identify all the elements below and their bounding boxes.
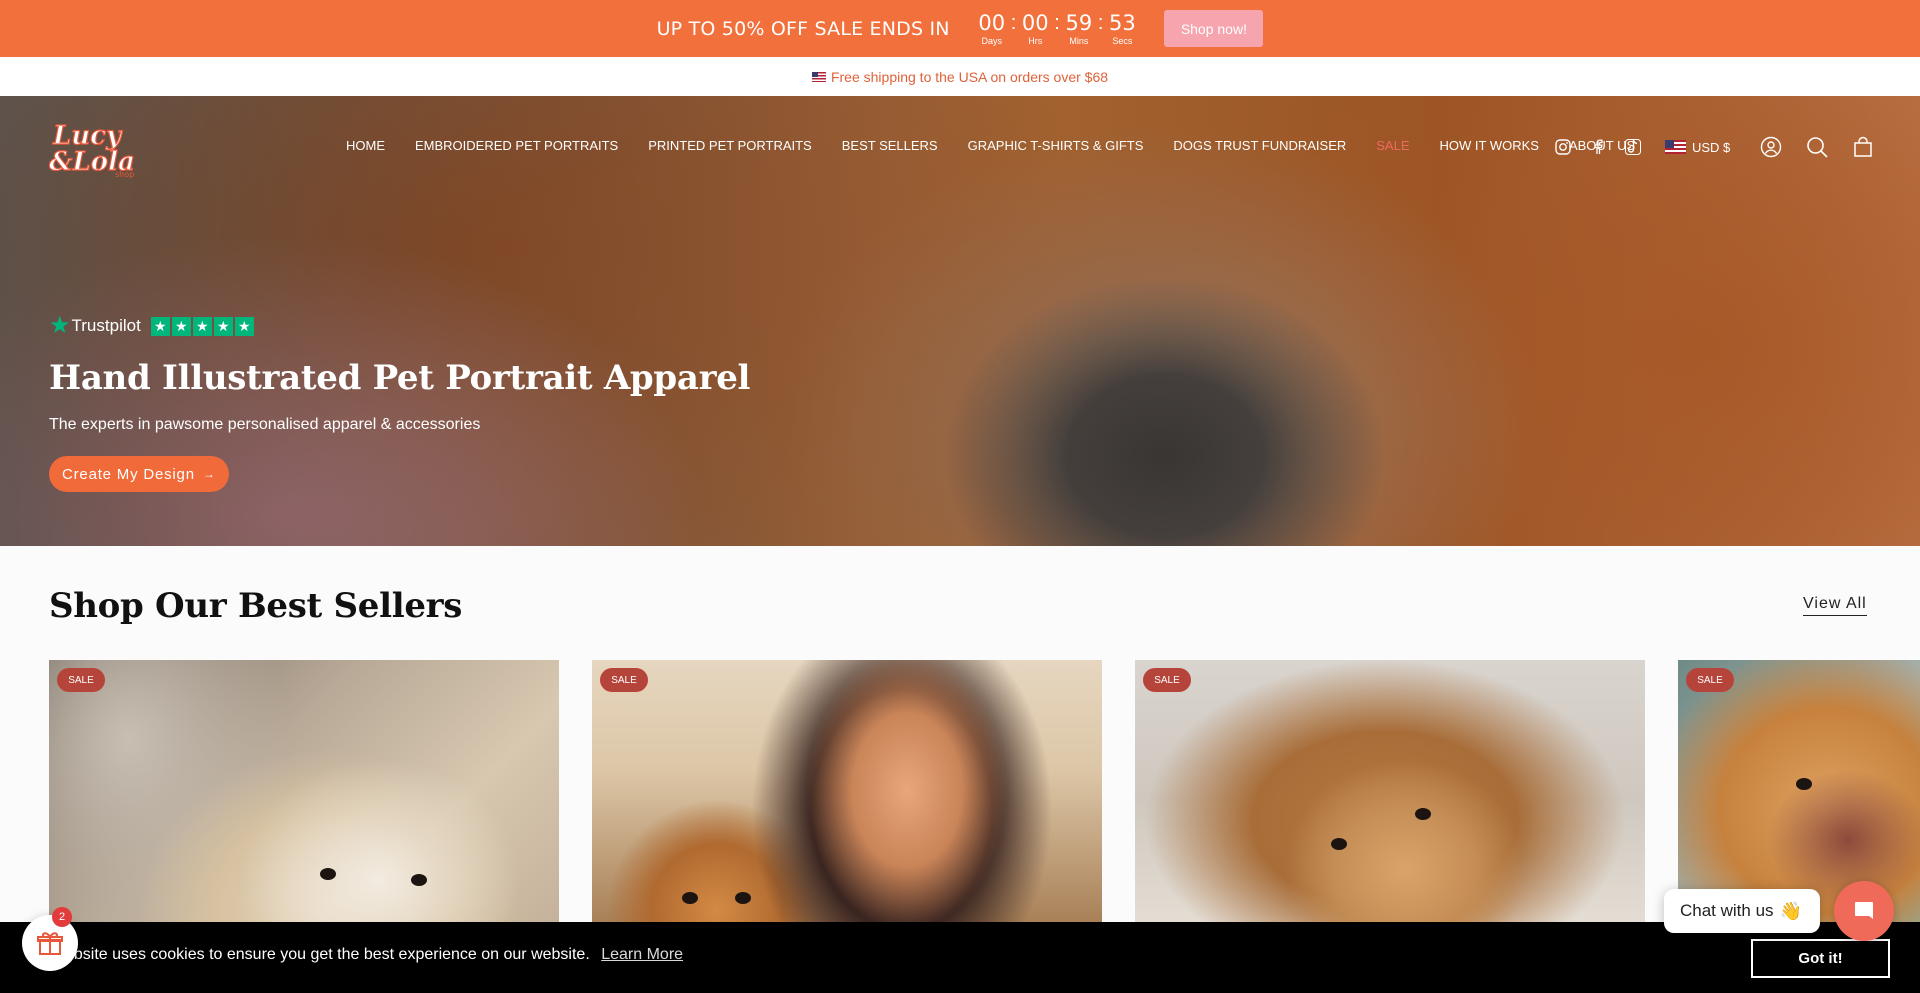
trustpilot-star-icon: ★ xyxy=(49,312,71,339)
svg-text:shop: shop xyxy=(115,170,134,179)
star-icon: ★ xyxy=(234,316,254,336)
hero-subtitle: The experts in pawsome personalised appa… xyxy=(49,416,481,433)
nav-item-printed-pet-portraits[interactable]: PRINTED PET PORTRAITS xyxy=(648,138,812,153)
product-card[interactable]: SALE xyxy=(592,660,1102,940)
facebook-icon[interactable] xyxy=(1589,138,1607,156)
nav-item-graphic-tshirts-gifts[interactable]: GRAPHIC T-SHIRTS & GIFTS xyxy=(968,138,1144,153)
dog-eye xyxy=(682,892,698,904)
account-icon[interactable] xyxy=(1760,136,1782,158)
hero-title: Hand Illustrated Pet Portrait Apparel xyxy=(49,358,751,398)
chat-label-text: Chat with us xyxy=(1680,901,1774,920)
dog-eye xyxy=(1796,778,1812,790)
promo-bar: UP TO 50% OFF SALE ENDS IN 00 Days : 00 … xyxy=(0,0,1920,57)
product-card[interactable]: SALE xyxy=(1135,660,1645,940)
countdown-seconds-label: Secs xyxy=(1112,35,1133,46)
learn-more-link[interactable]: Learn More xyxy=(601,946,683,963)
star-icon: ★ xyxy=(150,316,170,336)
star-icon: ★ xyxy=(192,316,212,336)
lucy-and-lola-logo[interactable]: Lucy &Lola shop xyxy=(48,114,141,180)
sale-badge: SALE xyxy=(57,668,105,692)
got-it-button[interactable]: Got it! xyxy=(1751,939,1890,978)
gift-icon xyxy=(37,932,63,955)
countdown-minutes-label: Mins xyxy=(1069,35,1089,46)
countdown-days-value: 00 xyxy=(978,10,1006,35)
trustpilot-stars: ★ ★ ★ ★ ★ xyxy=(150,316,254,336)
countdown-separator: : xyxy=(1010,11,1017,34)
shipping-text: Free shipping to the USA on orders over … xyxy=(830,68,1109,85)
countdown-seconds: 53 Secs xyxy=(1106,12,1138,46)
star-icon: ★ xyxy=(171,316,191,336)
best-sellers-title: Shop Our Best Sellers xyxy=(49,586,463,626)
dog-eye xyxy=(735,892,751,904)
cookie-banner: ebsite uses cookies to ensure you get th… xyxy=(0,922,1920,993)
arrow-right-icon: → xyxy=(202,467,216,481)
promo-text: UP TO 50% OFF SALE ENDS IN xyxy=(656,17,950,40)
cart-icon[interactable] xyxy=(1852,136,1874,158)
countdown-minutes-value: 59 xyxy=(1065,10,1093,35)
nav-item-best-sellers[interactable]: BEST SELLERS xyxy=(842,138,938,153)
nav-item-home[interactable]: HOME xyxy=(346,138,385,153)
create-my-design-button[interactable]: Create My Design → xyxy=(49,456,229,492)
currency-label: USD $ xyxy=(1692,139,1731,155)
countdown-minutes: 59 Mins xyxy=(1063,12,1095,46)
countdown-seconds-value: 53 xyxy=(1109,10,1136,35)
countdown-days: 00 Days xyxy=(976,12,1008,46)
nav-item-how-it-works[interactable]: HOW IT WORKS xyxy=(1440,138,1539,153)
gift-count-badge: 2 xyxy=(52,907,72,927)
view-all-link[interactable]: View All xyxy=(1803,595,1867,616)
hero-content: ★ Trustpilot ★ ★ ★ ★ ★ Hand Illustrated … xyxy=(49,314,750,492)
tiktok-icon[interactable] xyxy=(1624,138,1642,156)
chat-button[interactable] xyxy=(1834,881,1894,941)
dog-eye xyxy=(1331,838,1347,850)
countdown-hours: 00 Hrs xyxy=(1019,12,1051,46)
star-icon: ★ xyxy=(213,316,233,336)
countdown-days-label: Days xyxy=(981,35,1002,46)
shipping-bar: Free shipping to the USA on orders over … xyxy=(0,57,1920,96)
countdown-hours-value: 00 xyxy=(1021,10,1049,35)
wave-icon: 👋 xyxy=(1779,900,1802,921)
product-card[interactable]: SALE xyxy=(49,660,559,940)
product-grid: SALE SALE SALE SALE xyxy=(49,660,1920,940)
countdown-separator: : xyxy=(1054,11,1060,34)
search-icon[interactable] xyxy=(1806,136,1828,158)
shop-now-button[interactable]: Shop now! xyxy=(1164,10,1264,47)
trustpilot-label: Trustpilot xyxy=(71,316,141,335)
header-icons: USD $ xyxy=(1554,136,1898,158)
site-header: Lucy &Lola shop HOME EMBROIDERED PET POR… xyxy=(0,96,1920,197)
nav-item-embroidered-pet-portraits[interactable]: EMBROIDERED PET PORTRAITS xyxy=(415,138,618,153)
us-flag-icon xyxy=(811,71,826,82)
instagram-icon[interactable] xyxy=(1554,138,1572,156)
dog-eye xyxy=(411,874,427,886)
create-my-design-label: Create My Design xyxy=(62,465,195,483)
sale-badge: SALE xyxy=(1143,668,1191,692)
dog-eye xyxy=(1415,808,1431,820)
countdown-timer: 00 Days : 00 Hrs : 59 Mins : 53 Secs xyxy=(976,12,1139,46)
main-nav: HOME EMBROIDERED PET PORTRAITS PRINTED P… xyxy=(346,138,1665,153)
rewards-gift-button[interactable]: 2 xyxy=(22,907,78,971)
countdown-separator: : xyxy=(1097,11,1104,34)
sale-badge: SALE xyxy=(1686,668,1734,692)
chat-icon xyxy=(1855,902,1873,919)
nav-item-sale[interactable]: SALE xyxy=(1376,138,1409,153)
chat-with-us-label[interactable]: Chat with us 👋 xyxy=(1664,889,1820,933)
currency-selector[interactable]: USD $ xyxy=(1665,140,1730,155)
nav-item-dogs-trust-fundraiser[interactable]: DOGS TRUST FUNDRAISER xyxy=(1173,138,1346,153)
cookie-text: ebsite uses cookies to ensure you get th… xyxy=(65,946,683,964)
cookie-message: ebsite uses cookies to ensure you get th… xyxy=(65,946,590,963)
us-flag-icon xyxy=(1665,140,1686,154)
sale-badge: SALE xyxy=(600,668,648,692)
trustpilot-rating[interactable]: ★ Trustpilot ★ ★ ★ ★ ★ xyxy=(49,314,750,338)
countdown-hours-label: Hrs xyxy=(1028,35,1043,46)
dog-eye xyxy=(320,868,336,880)
